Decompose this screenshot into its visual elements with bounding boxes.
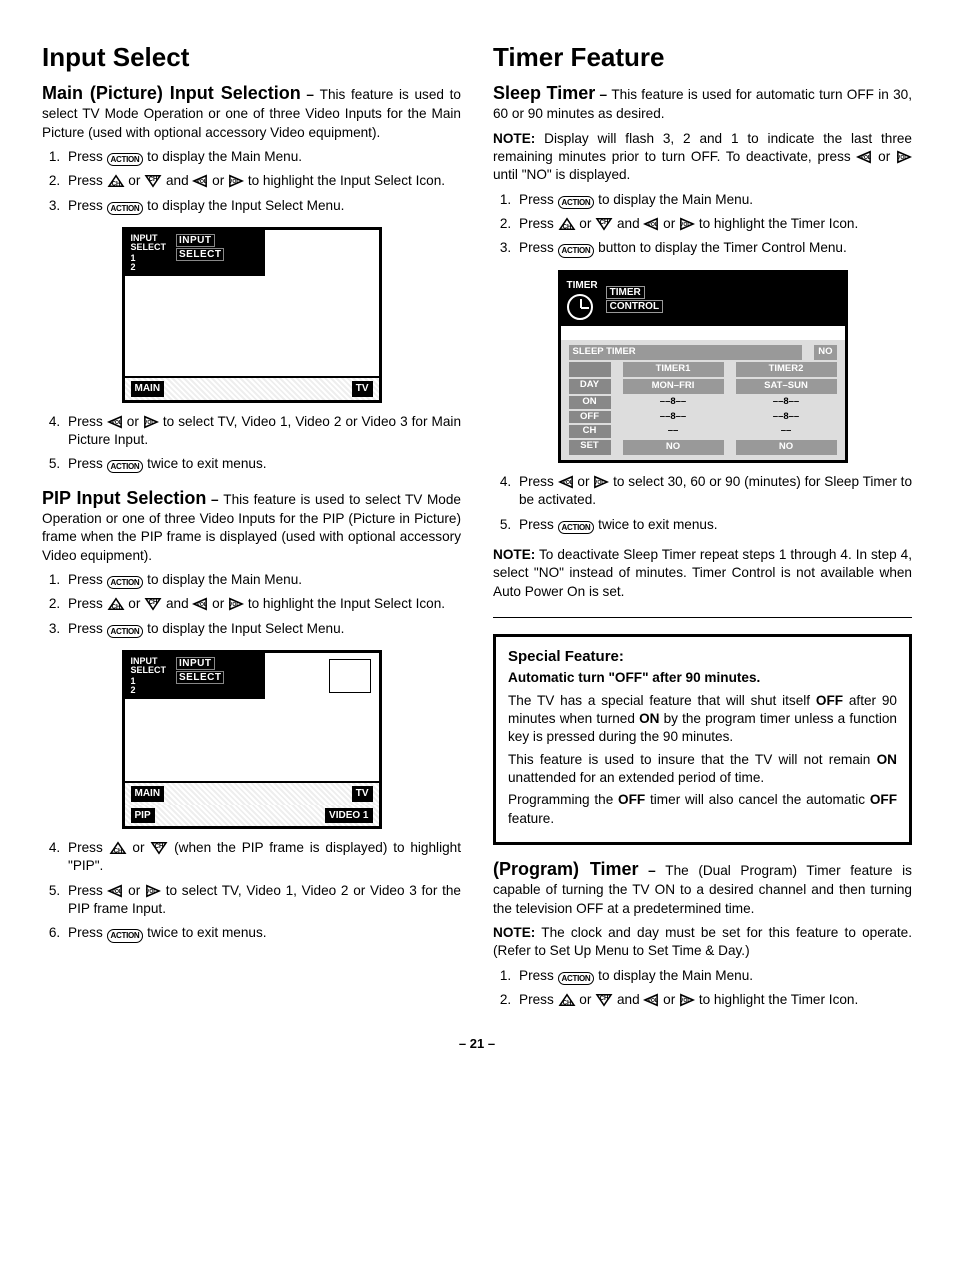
special-feature-box: Special Feature: Automatic turn "OFF" af… [493, 634, 912, 845]
right-arrow-icon [593, 475, 609, 489]
step: Press ACTION to display the Main Menu. [64, 571, 461, 589]
step: Press ACTION to display the Input Select… [64, 197, 461, 215]
pip-frame-icon [329, 659, 371, 693]
step: Press or and or to highlight the Input S… [64, 172, 461, 190]
left-arrow-icon [856, 150, 872, 164]
clock-icon [567, 294, 593, 320]
up-arrow-icon [107, 174, 125, 188]
step: Press ACTION twice to exit menus. [64, 455, 461, 473]
main-input-steps: Press ACTION to display the Main Menu. P… [42, 148, 461, 215]
up-arrow-icon [558, 217, 576, 231]
action-button-icon: ACTION [107, 202, 144, 215]
left-arrow-icon [107, 415, 123, 429]
down-arrow-icon [150, 841, 168, 855]
sleep-timer-intro: Sleep Timer – This feature is used for a… [493, 81, 912, 124]
down-arrow-icon [595, 993, 613, 1007]
step: Press or and or to highlight the Timer I… [515, 991, 912, 1009]
left-arrow-icon [192, 174, 208, 188]
down-arrow-icon [144, 174, 162, 188]
action-button-icon: ACTION [558, 244, 595, 257]
right-arrow-icon [679, 217, 695, 231]
action-button-icon: ACTION [558, 196, 595, 209]
step: Press ACTION button to display the Timer… [515, 239, 912, 257]
up-arrow-icon [109, 841, 127, 855]
up-arrow-icon [558, 993, 576, 1007]
prog-steps: Press ACTION to display the Main Menu. P… [493, 967, 912, 1010]
action-button-icon: ACTION [107, 576, 144, 589]
heading-timer-feature: Timer Feature [493, 40, 912, 75]
step: Press or to select TV, Video 1, Video 2 … [64, 413, 461, 450]
sub-program-timer: (Program) Timer [493, 859, 639, 879]
special-sub: Automatic turn "OFF" after 90 minutes. [508, 669, 897, 687]
down-arrow-icon [144, 597, 162, 611]
right-arrow-icon [228, 174, 244, 188]
right-column: Timer Feature Sleep Timer – This feature… [493, 40, 912, 1021]
step: Press ACTION to display the Main Menu. [515, 967, 912, 985]
sub-main-input: Main (Picture) Input Selection [42, 83, 301, 103]
pip-input-steps: Press ACTION to display the Main Menu. P… [42, 571, 461, 638]
right-arrow-icon [679, 993, 695, 1007]
pip-input-osd: INPUT SELECT 1 2 INPUT SELECT MAINTV PIP… [42, 650, 461, 829]
heading-input-select: Input Select [42, 40, 461, 75]
action-button-icon: ACTION [107, 929, 144, 942]
step: Press or to select 30, 60 or 90 (minutes… [515, 473, 912, 510]
action-button-icon: ACTION [558, 521, 595, 534]
page-columns: Input Select Main (Picture) Input Select… [42, 40, 912, 1021]
program-timer-intro: (Program) Timer – The (Dual Program) Tim… [493, 857, 912, 918]
sub-pip-input: PIP Input Selection [42, 488, 206, 508]
left-arrow-icon [558, 475, 574, 489]
sleep-note: NOTE: Display will flash 3, 2 and 1 to i… [493, 130, 912, 185]
left-arrow-icon [643, 217, 659, 231]
step: Press ACTION to display the Input Select… [64, 620, 461, 638]
step: Press or (when the PIP frame is displaye… [64, 839, 461, 876]
divider [493, 617, 912, 618]
left-arrow-icon [643, 993, 659, 1007]
step: Press ACTION to display the Main Menu. [64, 148, 461, 166]
down-arrow-icon [595, 217, 613, 231]
pip-input-intro: PIP Input Selection – This feature is us… [42, 486, 461, 565]
pip-input-steps-cont: Press or (when the PIP frame is displaye… [42, 839, 461, 943]
step: Press or and or to highlight the Input S… [64, 595, 461, 613]
step: Press or to select TV, Video 1, Video 2 … [64, 882, 461, 919]
action-button-icon: ACTION [558, 972, 595, 985]
page-number: – 21 – [42, 1035, 912, 1053]
left-arrow-icon [192, 597, 208, 611]
right-arrow-icon [896, 150, 912, 164]
step: Press ACTION twice to exit menus. [64, 924, 461, 942]
sub-sleep-timer: Sleep Timer [493, 83, 595, 103]
step: Press or and or to highlight the Timer I… [515, 215, 912, 233]
action-button-icon: ACTION [107, 460, 144, 473]
timer-osd: TIMER TIMER CONTROL SLEEP TIMERNO TIMER1… [493, 270, 912, 463]
left-column: Input Select Main (Picture) Input Select… [42, 40, 461, 1021]
up-arrow-icon [107, 597, 125, 611]
prog-note: NOTE: The clock and day must be set for … [493, 924, 912, 961]
action-button-icon: ACTION [107, 153, 144, 166]
sleep-note2: NOTE: To deactivate Sleep Timer repeat s… [493, 546, 912, 601]
main-input-intro: Main (Picture) Input Selection – This fe… [42, 81, 461, 142]
main-input-steps-cont: Press or to select TV, Video 1, Video 2 … [42, 413, 461, 474]
input-select-osd: INPUT SELECT 1 2 INPUT SELECT MAINTV [42, 227, 461, 403]
sleep-steps: Press ACTION to display the Main Menu. P… [493, 191, 912, 258]
action-button-icon: ACTION [107, 625, 144, 638]
right-arrow-icon [143, 415, 159, 429]
step: Press ACTION to display the Main Menu. [515, 191, 912, 209]
left-arrow-icon [107, 884, 123, 898]
right-arrow-icon [145, 884, 161, 898]
right-arrow-icon [228, 597, 244, 611]
sleep-steps-cont: Press or to select 30, 60 or 90 (minutes… [493, 473, 912, 534]
step: Press ACTION twice to exit menus. [515, 516, 912, 534]
special-heading: Special Feature: [508, 647, 897, 667]
